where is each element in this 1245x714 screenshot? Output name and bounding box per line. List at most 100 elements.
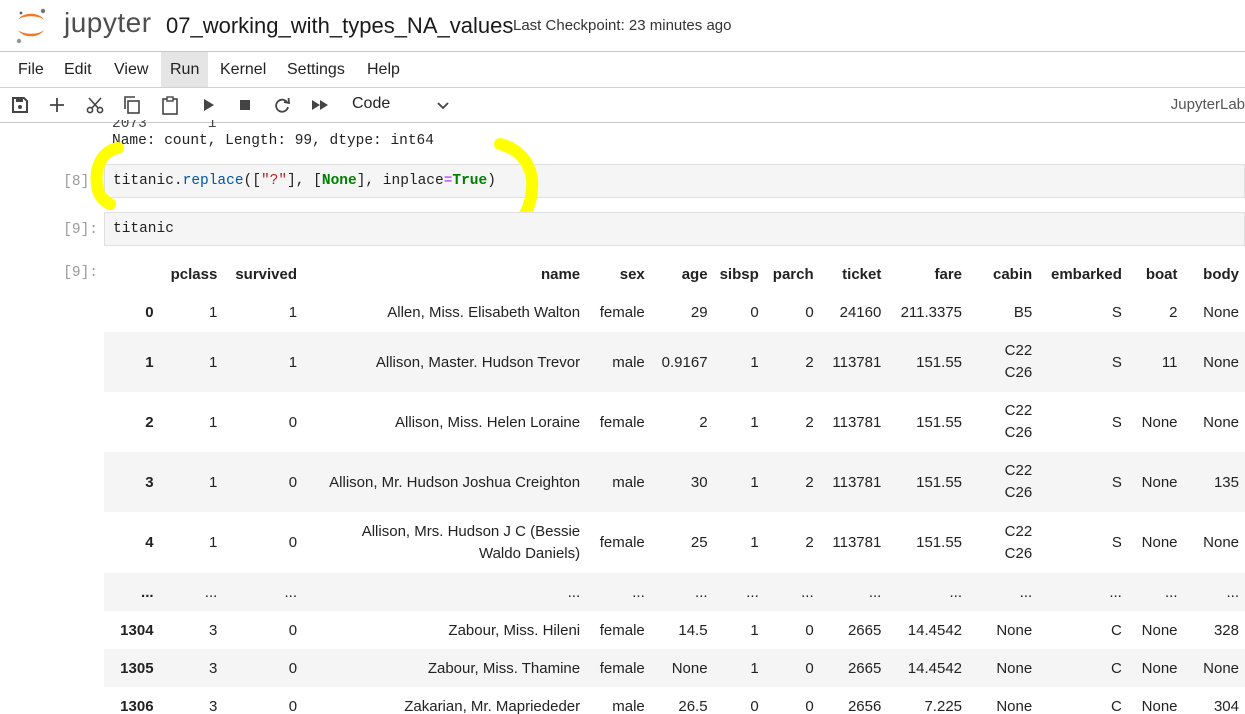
table-cell-age: 30 [690,473,708,491]
cell-9-input[interactable]: titanic [104,212,1245,246]
table-cell-survived: 0 [288,621,298,639]
table-row: 1306 3 0 Zakarian, Mr. Mapriededer male 26.5 0… [104,687,1245,714]
table-cell-age: 29 [690,304,708,321]
table-cell-fare: 7.225 [924,697,963,714]
table-cell-parch: 2 [805,353,814,371]
table-cell-sibsp: 1 [750,621,759,639]
menu-file[interactable]: File [9,52,53,87]
jupyter-logo-text: jupyter [64,7,152,38]
table-cell-cabin: None [996,659,1033,677]
chevron-down-icon[interactable] [434,97,452,115]
dataframe-body: 0 1 1 Allen, Miss. Elisabeth Walton female 29… [104,293,1245,714]
column-header-boat: boat [1145,266,1178,283]
table-cell-fare: 151.55 [916,353,963,371]
table-cell-age: 2 [699,413,708,431]
copy-icon[interactable] [122,95,142,115]
table-cell-embarked: S [1111,534,1122,551]
table-cell-fare: 211.3375 [900,304,963,321]
stop-icon[interactable] [235,95,255,115]
table-cell-parch: 0 [805,621,814,639]
add-cell-icon[interactable] [47,95,67,115]
table-cell-boat: None [1141,473,1178,491]
table-cell-embarked: S [1111,473,1122,491]
menu-edit[interactable]: Edit [55,52,101,87]
table-cell-age: ... [695,583,708,601]
menu-bar: File Edit View Run Kernel Settings Help [0,52,1245,88]
table-cell-name: Allison, Mrs. Hudson J C (Bessie Waldo Da… [361,522,581,562]
table-cell-sibsp: 1 [750,659,759,677]
table-row: ........................................… [104,573,1245,611]
cell-8-prompt: [8]: [63,174,98,190]
notebook-title[interactable]: 07_working_with_types_NA_values [166,13,513,39]
menu-view[interactable]: View [105,52,157,87]
table-cell-pclass: 1 [208,304,218,321]
table-cell-sex: female [599,413,645,431]
column-header-fare: fare [934,266,963,283]
previous-cell-output: Name: count, Length: 99, dtype: int64 [112,133,434,149]
table-cell-boat: 2 [1169,304,1178,321]
table-row: 0 1 1 Allen, Miss. Elisabeth Walton female 29… [104,293,1245,332]
table-cell-embarked: C [1111,697,1122,714]
code-token: True [452,173,488,189]
column-header-parch: parch [772,266,814,283]
code-token: None [321,173,357,189]
table-cell-boat: None [1141,534,1178,551]
table-cell-age: 0.9167 [661,353,708,371]
table-row: 3 1 0 Allison, Mr. Hudson Joshua Creighton m… [104,452,1245,512]
table-cell-ticket: 113781 [832,413,882,431]
table-cell-parch: 0 [805,659,814,677]
table-cell-survived: 1 [288,353,298,371]
row-index: 3 [145,473,154,491]
dataframe-output: pclass survived name sex age sibsp parch… [104,256,1245,714]
table-cell-sex: female [599,621,645,639]
table-cell-name: Zakarian, Mr. Mapriededer [404,697,581,714]
fast-forward-icon[interactable] [310,95,330,115]
restart-icon[interactable] [272,95,292,115]
jupyterlab-link[interactable]: JupyterLab [1171,96,1245,113]
table-cell-sex: female [599,534,645,551]
column-header-embarked: embarked [1050,266,1122,283]
table-row: 1304 3 0 Zabour, Miss. Hileni female 14.5 1 0 26… [104,611,1245,649]
table-row: 2 1 0 Allison, Miss. Helen Loraine female 2 1 2… [104,392,1245,452]
dataframe-header: pclass survived name sex age sibsp parch… [104,256,1245,293]
table-cell-cabin: C22 C26 [1004,522,1033,562]
run-icon[interactable] [198,95,218,115]
table-cell-cabin: C22 C26 [1004,342,1033,381]
table-cell-ticket: 113781 [832,353,882,371]
menu-settings[interactable]: Settings [278,52,354,87]
table-cell-boat: ... [1164,583,1178,601]
menu-run[interactable]: Run [161,52,209,87]
cut-icon[interactable] [85,95,105,115]
table-cell-sibsp: ... [746,583,759,601]
jupyter-logo[interactable]: jupyter [12,5,152,45]
table-row: 1305 3 0 Zabour, Miss. Thamine female None 1 0 2… [104,649,1245,687]
table-cell-sex: male [612,353,645,371]
table-cell-pclass: 1 [208,534,218,551]
paste-icon[interactable] [160,95,180,115]
table-cell-sex: female [599,304,645,321]
checkpoint-status: Last Checkpoint: 23 minutes ago [513,17,732,34]
table-cell-pclass: 3 [208,659,218,677]
table-cell-survived: 0 [288,697,298,714]
table-cell-embarked: S [1111,353,1122,371]
cell-type-select[interactable]: Code [352,95,390,113]
save-icon[interactable] [10,95,30,115]
row-index: 4 [145,534,154,551]
cell-8-input[interactable]: titanic.replace(["?"], [None], inplace=T… [104,164,1245,198]
jupyter-logo-icon [16,8,46,44]
table-cell-name: Allison, Mr. Hudson Joshua Creighton [329,473,581,491]
table-cell-ticket: 2665 [847,659,882,677]
table-cell-cabin: ... [1019,583,1033,601]
table-cell-cabin: B5 [1013,304,1033,321]
table-cell-sibsp: 1 [750,413,759,431]
row-index: 1 [145,353,154,371]
table-cell-boat: None [1141,659,1178,677]
table-cell-embarked: S [1111,413,1122,431]
menu-help[interactable]: Help [358,52,409,87]
cell-8-code: titanic.replace(["?"], [None], inplace=T… [113,173,496,189]
menu-kernel[interactable]: Kernel [211,52,275,87]
table-cell-body: None [1203,304,1239,321]
table-cell-cabin: C22 C26 [1004,402,1033,441]
table-cell-sibsp: 0 [750,697,759,714]
table-cell-pclass: 3 [208,697,218,714]
